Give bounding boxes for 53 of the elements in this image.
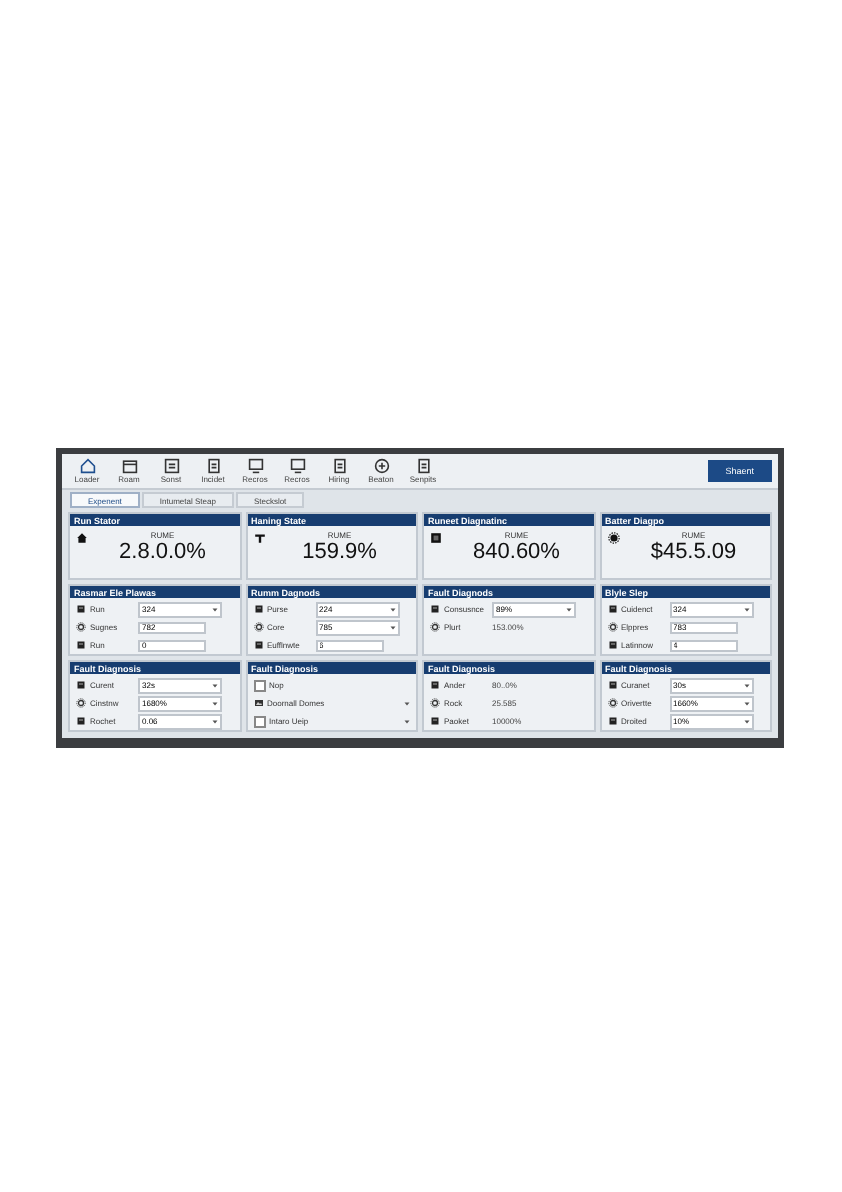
gear-icon <box>430 622 440 632</box>
square-icon <box>607 716 617 726</box>
square-icon <box>430 604 440 614</box>
image-icon <box>253 698 263 708</box>
monitor-icon <box>289 458 305 474</box>
caret-icon[interactable] <box>404 719 410 723</box>
square-icon <box>607 640 617 650</box>
caret-icon <box>212 701 218 705</box>
caret-icon <box>743 719 749 723</box>
caret-icon <box>389 625 395 629</box>
square-icon <box>253 640 263 650</box>
square-icon <box>607 680 617 690</box>
monitor-icon <box>247 458 263 474</box>
square-icon <box>430 716 440 726</box>
caret-icon <box>743 683 749 687</box>
square-icon <box>430 680 440 690</box>
stat-value: 840.60% <box>473 540 560 566</box>
caret-icon <box>212 683 218 687</box>
caret-icon <box>212 719 218 723</box>
gear-icon <box>76 622 86 632</box>
document-icon <box>331 458 347 474</box>
square-icon <box>76 604 86 614</box>
checkbox[interactable] <box>253 715 265 727</box>
document-icon <box>205 458 221 474</box>
stat-value: 2.8.0.0% <box>119 540 206 566</box>
gear-icon <box>253 622 263 632</box>
gear-icon <box>607 622 617 632</box>
gear-icon <box>607 532 619 544</box>
stat-value: $45.5.09 <box>650 540 737 566</box>
gear-icon <box>607 698 617 708</box>
square-icon <box>430 532 442 544</box>
signpost-icon <box>253 532 265 544</box>
caret-icon[interactable] <box>404 701 410 705</box>
home-icon <box>79 458 95 474</box>
caret-icon <box>743 607 749 611</box>
stat-value: 159.9% <box>302 540 377 566</box>
caret-icon <box>743 701 749 705</box>
caret-icon <box>212 607 218 611</box>
checkbox[interactable] <box>253 679 265 691</box>
home-icon <box>76 532 88 544</box>
square-icon <box>76 640 86 650</box>
caret-icon <box>389 607 395 611</box>
document-icon <box>415 458 431 474</box>
gear-icon <box>76 698 86 708</box>
square-icon <box>607 604 617 614</box>
list-icon <box>163 458 179 474</box>
square-icon <box>253 604 263 614</box>
circle-plus-icon <box>373 458 389 474</box>
square-icon <box>76 716 86 726</box>
calendar-icon <box>121 458 137 474</box>
caret-icon <box>566 607 572 611</box>
gear-icon <box>430 698 440 708</box>
square-icon <box>76 680 86 690</box>
